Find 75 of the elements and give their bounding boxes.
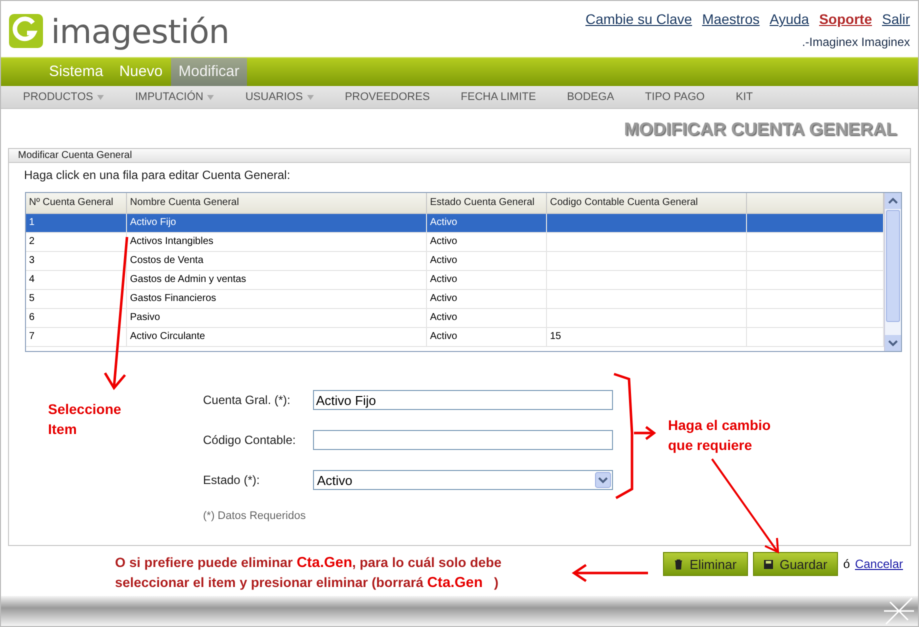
sub-menu-item[interactable]: TIPO PAGO: [645, 91, 705, 103]
panel-title: Modificar Cuenta General: [18, 150, 132, 161]
table-cell: Activo: [430, 255, 458, 266]
page-title: MODIFICAR CUENTA GENERAL: [624, 119, 897, 140]
instruction-text: Haga click en una fila para editar Cuenta General:: [24, 168, 292, 182]
table-cell: 3: [29, 255, 35, 266]
sub-menu-item[interactable]: PROVEEDORES: [344, 91, 430, 103]
or-text: ó: [843, 557, 850, 571]
table-cell: Activo: [430, 312, 458, 323]
table-cell: 2: [29, 236, 35, 247]
dropdown-icon[interactable]: [595, 472, 611, 488]
table-cell: 15: [550, 331, 562, 342]
sub-menu-item[interactable]: BODEGA: [566, 91, 614, 103]
table-cell: 5: [29, 293, 35, 304]
table-cell: Pasivo: [130, 312, 160, 323]
sub-menu-item[interactable]: KIT: [736, 91, 753, 103]
table-cell: Activo: [430, 217, 458, 228]
header-link[interactable]: Cambie su Clave: [585, 11, 692, 27]
field-label: Código Contable:: [203, 433, 297, 447]
table-row[interactable]: 5 Gastos Financieros Activo: [26, 290, 884, 309]
column-header[interactable]: Nº Cuenta General: [26, 193, 127, 213]
table-row[interactable]: 7 Activo Circulante Activo 15: [26, 328, 884, 347]
column-header[interactable]: Estado Cuenta General: [427, 193, 547, 213]
scrollbar[interactable]: [884, 193, 901, 351]
table-cell: Activo: [430, 236, 458, 247]
caret-icon: [306, 94, 314, 100]
header-link[interactable]: Ayuda: [770, 11, 810, 27]
sub-menu-item[interactable]: USUARIOS: [245, 91, 314, 103]
scroll-down-icon[interactable]: [885, 335, 901, 351]
select-field[interactable]: Activo: [313, 470, 613, 490]
table-cell: 4: [29, 274, 35, 285]
table-row[interactable]: 6 Pasivo Activo: [26, 309, 884, 328]
table-cell: Activo: [430, 274, 458, 285]
table-cell: Gastos Financieros: [130, 293, 216, 304]
sub-menu-item[interactable]: IMPUTACIÓN: [135, 91, 214, 103]
table-cell: 1: [29, 217, 35, 228]
table-cell: Activos Intangibles: [130, 236, 214, 247]
input-field[interactable]: [313, 430, 613, 450]
required-note: (*) Datos Requeridos: [203, 510, 307, 522]
header-link[interactable]: Salir: [882, 11, 910, 27]
annotation-text: Seleccione Item: [48, 400, 122, 439]
column-header[interactable]: Nombre Cuenta General: [127, 193, 427, 213]
sub-menu-item[interactable]: FECHA LIMITE: [460, 91, 536, 103]
annotation-text: Haga el cambio que requiere: [668, 416, 771, 455]
table-cell: Costos de Venta: [130, 255, 204, 266]
table-row[interactable]: 2 Activos Intangibles Activo: [26, 233, 884, 252]
table-cell: Activo: [430, 331, 458, 342]
table-row[interactable]: 3 Costos de Venta Activo: [26, 252, 884, 271]
caret-icon: [207, 94, 214, 100]
sub-menu-item[interactable]: PRODUCTOS: [23, 91, 104, 103]
trash-icon: [674, 558, 683, 570]
field-label: Estado (*):: [203, 473, 261, 487]
table-cell: Activo: [430, 293, 458, 304]
delete-button[interactable]: Eliminar: [662, 552, 748, 576]
column-header[interactable]: Codigo Contable Cuenta General: [547, 193, 747, 213]
input-field[interactable]: Activo Fijo: [313, 390, 613, 410]
caret-icon: [97, 94, 104, 100]
table-row[interactable]: 4 Gastos de Admin y ventas Activo: [26, 271, 884, 290]
user-name: .-Imaginex Imaginex: [802, 35, 910, 49]
save-button[interactable]: Guardar: [752, 552, 838, 576]
cancel-link[interactable]: Cancelar: [854, 557, 903, 571]
table-cell: Activo Fijo: [130, 217, 176, 228]
table-cell: 6: [29, 312, 35, 323]
table-cell: Gastos de Admin y ventas: [130, 274, 246, 285]
logo-icon: [9, 14, 43, 48]
logo-text: imagestión: [51, 12, 230, 50]
annotation-arrow: [634, 426, 656, 440]
header-link[interactable]: Soporte: [819, 11, 872, 27]
header-link[interactable]: Maestros: [702, 11, 760, 27]
table-cell: 7: [29, 331, 35, 342]
annotation-text: O si prefiere puede eliminar Cta.Gen, para lo cuál solo debe seleccionar el item y presionar eliminar (borrará Cta.Gen ): [115, 554, 502, 593]
field-label: Cuenta Gral. (*):: [203, 393, 292, 407]
scroll-up-icon[interactable]: [885, 193, 901, 209]
table-cell: Activo Circulante: [130, 331, 206, 342]
table-row[interactable]: 1 Activo Fijo Activo: [26, 214, 884, 233]
